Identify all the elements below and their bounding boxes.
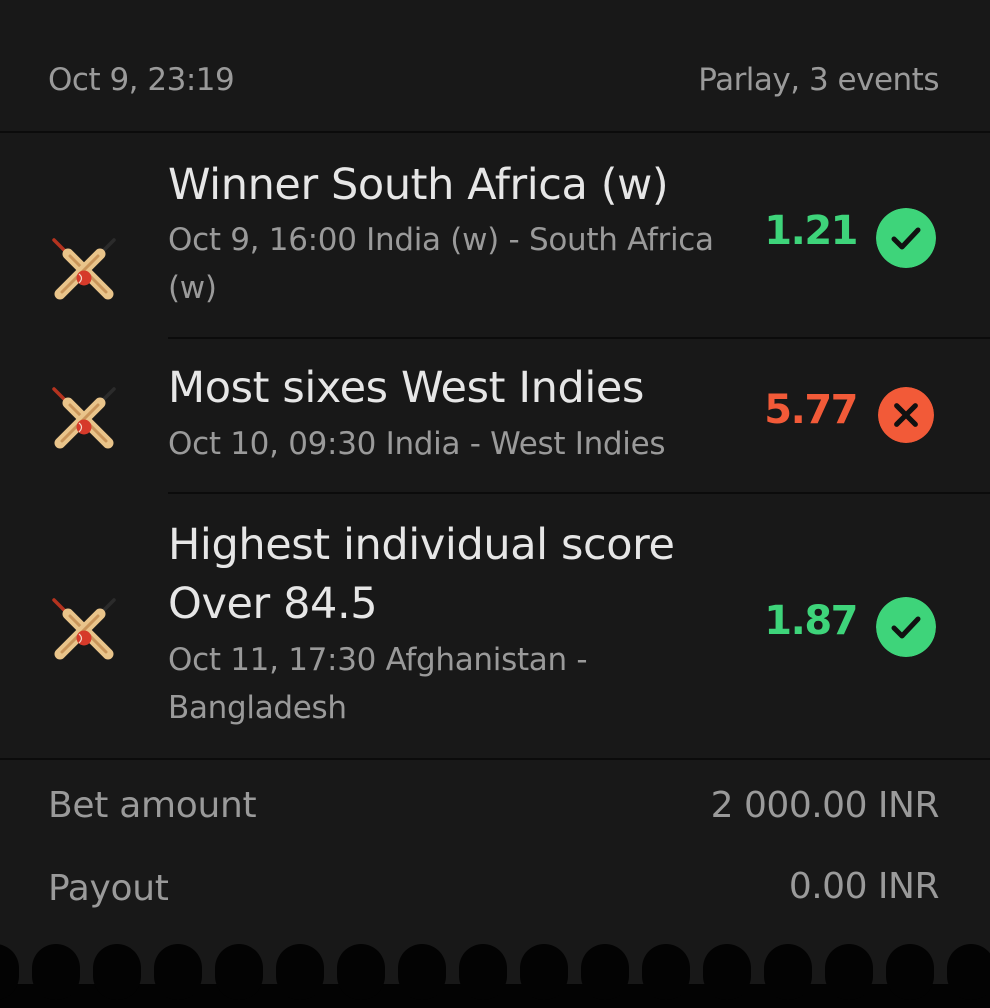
perforation-hole bbox=[703, 944, 751, 1000]
event-item[interactable]: Winner South Africa (w) Oct 9, 16:00 Ind… bbox=[0, 134, 990, 338]
event-match: Oct 9, 16:00 India (w) - South Africa (w… bbox=[168, 222, 714, 306]
perforation-hole bbox=[764, 944, 812, 1000]
cross-icon bbox=[878, 387, 934, 443]
perforation-hole bbox=[520, 944, 568, 1000]
event-odds: 5.77 bbox=[764, 387, 858, 433]
event-odds: 1.87 bbox=[764, 598, 858, 644]
payout-label: Payout bbox=[48, 868, 169, 909]
event-item[interactable]: Highest individual score Over 84.5 Oct 1… bbox=[0, 494, 990, 758]
bet-amount-value: 2 000.00 INR bbox=[710, 785, 940, 826]
perforation-hole bbox=[947, 944, 990, 1000]
bet-type: Parlay, 3 events bbox=[698, 62, 939, 98]
divider bbox=[0, 131, 990, 133]
perforation-hole bbox=[581, 944, 629, 1000]
perforation-hole bbox=[154, 944, 202, 1000]
event-match: Oct 10, 09:30 India - West Indies bbox=[168, 426, 666, 462]
event-market: Winner South Africa (w) bbox=[168, 160, 669, 210]
perforation-hole bbox=[642, 944, 690, 1000]
event-market: Highest individual score Over 84.5 bbox=[168, 520, 675, 629]
perforation-hole bbox=[886, 944, 934, 1000]
event-market: Most sixes West Indies bbox=[168, 363, 644, 413]
check-icon bbox=[876, 597, 936, 657]
perforation-hole bbox=[825, 944, 873, 1000]
bet-amount-label: Bet amount bbox=[48, 785, 257, 826]
cricket-icon bbox=[48, 592, 120, 664]
bet-card: Oct 9, 23:19 Parlay, 3 events Winner Sou… bbox=[0, 0, 990, 984]
payout-value: 0.00 INR bbox=[788, 866, 940, 907]
perforation-hole bbox=[93, 944, 141, 1000]
cricket-icon bbox=[48, 232, 120, 304]
perforation-hole bbox=[337, 944, 385, 1000]
event-match: Oct 11, 17:30 Afghanistan - Bangladesh bbox=[168, 642, 588, 726]
bet-date: Oct 9, 23:19 bbox=[48, 62, 235, 98]
perforation-hole bbox=[215, 944, 263, 1000]
event-odds: 1.21 bbox=[764, 208, 858, 254]
divider bbox=[0, 758, 990, 760]
perforation-hole bbox=[459, 944, 507, 1000]
perforation-hole bbox=[276, 944, 324, 1000]
bet-header: Oct 9, 23:19 Parlay, 3 events bbox=[0, 0, 990, 132]
perforation-hole bbox=[398, 944, 446, 1000]
cricket-icon bbox=[48, 381, 120, 453]
perforation-hole bbox=[32, 944, 80, 1000]
event-item[interactable]: Most sixes West Indies Oct 10, 09:30 Ind… bbox=[0, 339, 990, 493]
check-icon bbox=[876, 208, 936, 268]
